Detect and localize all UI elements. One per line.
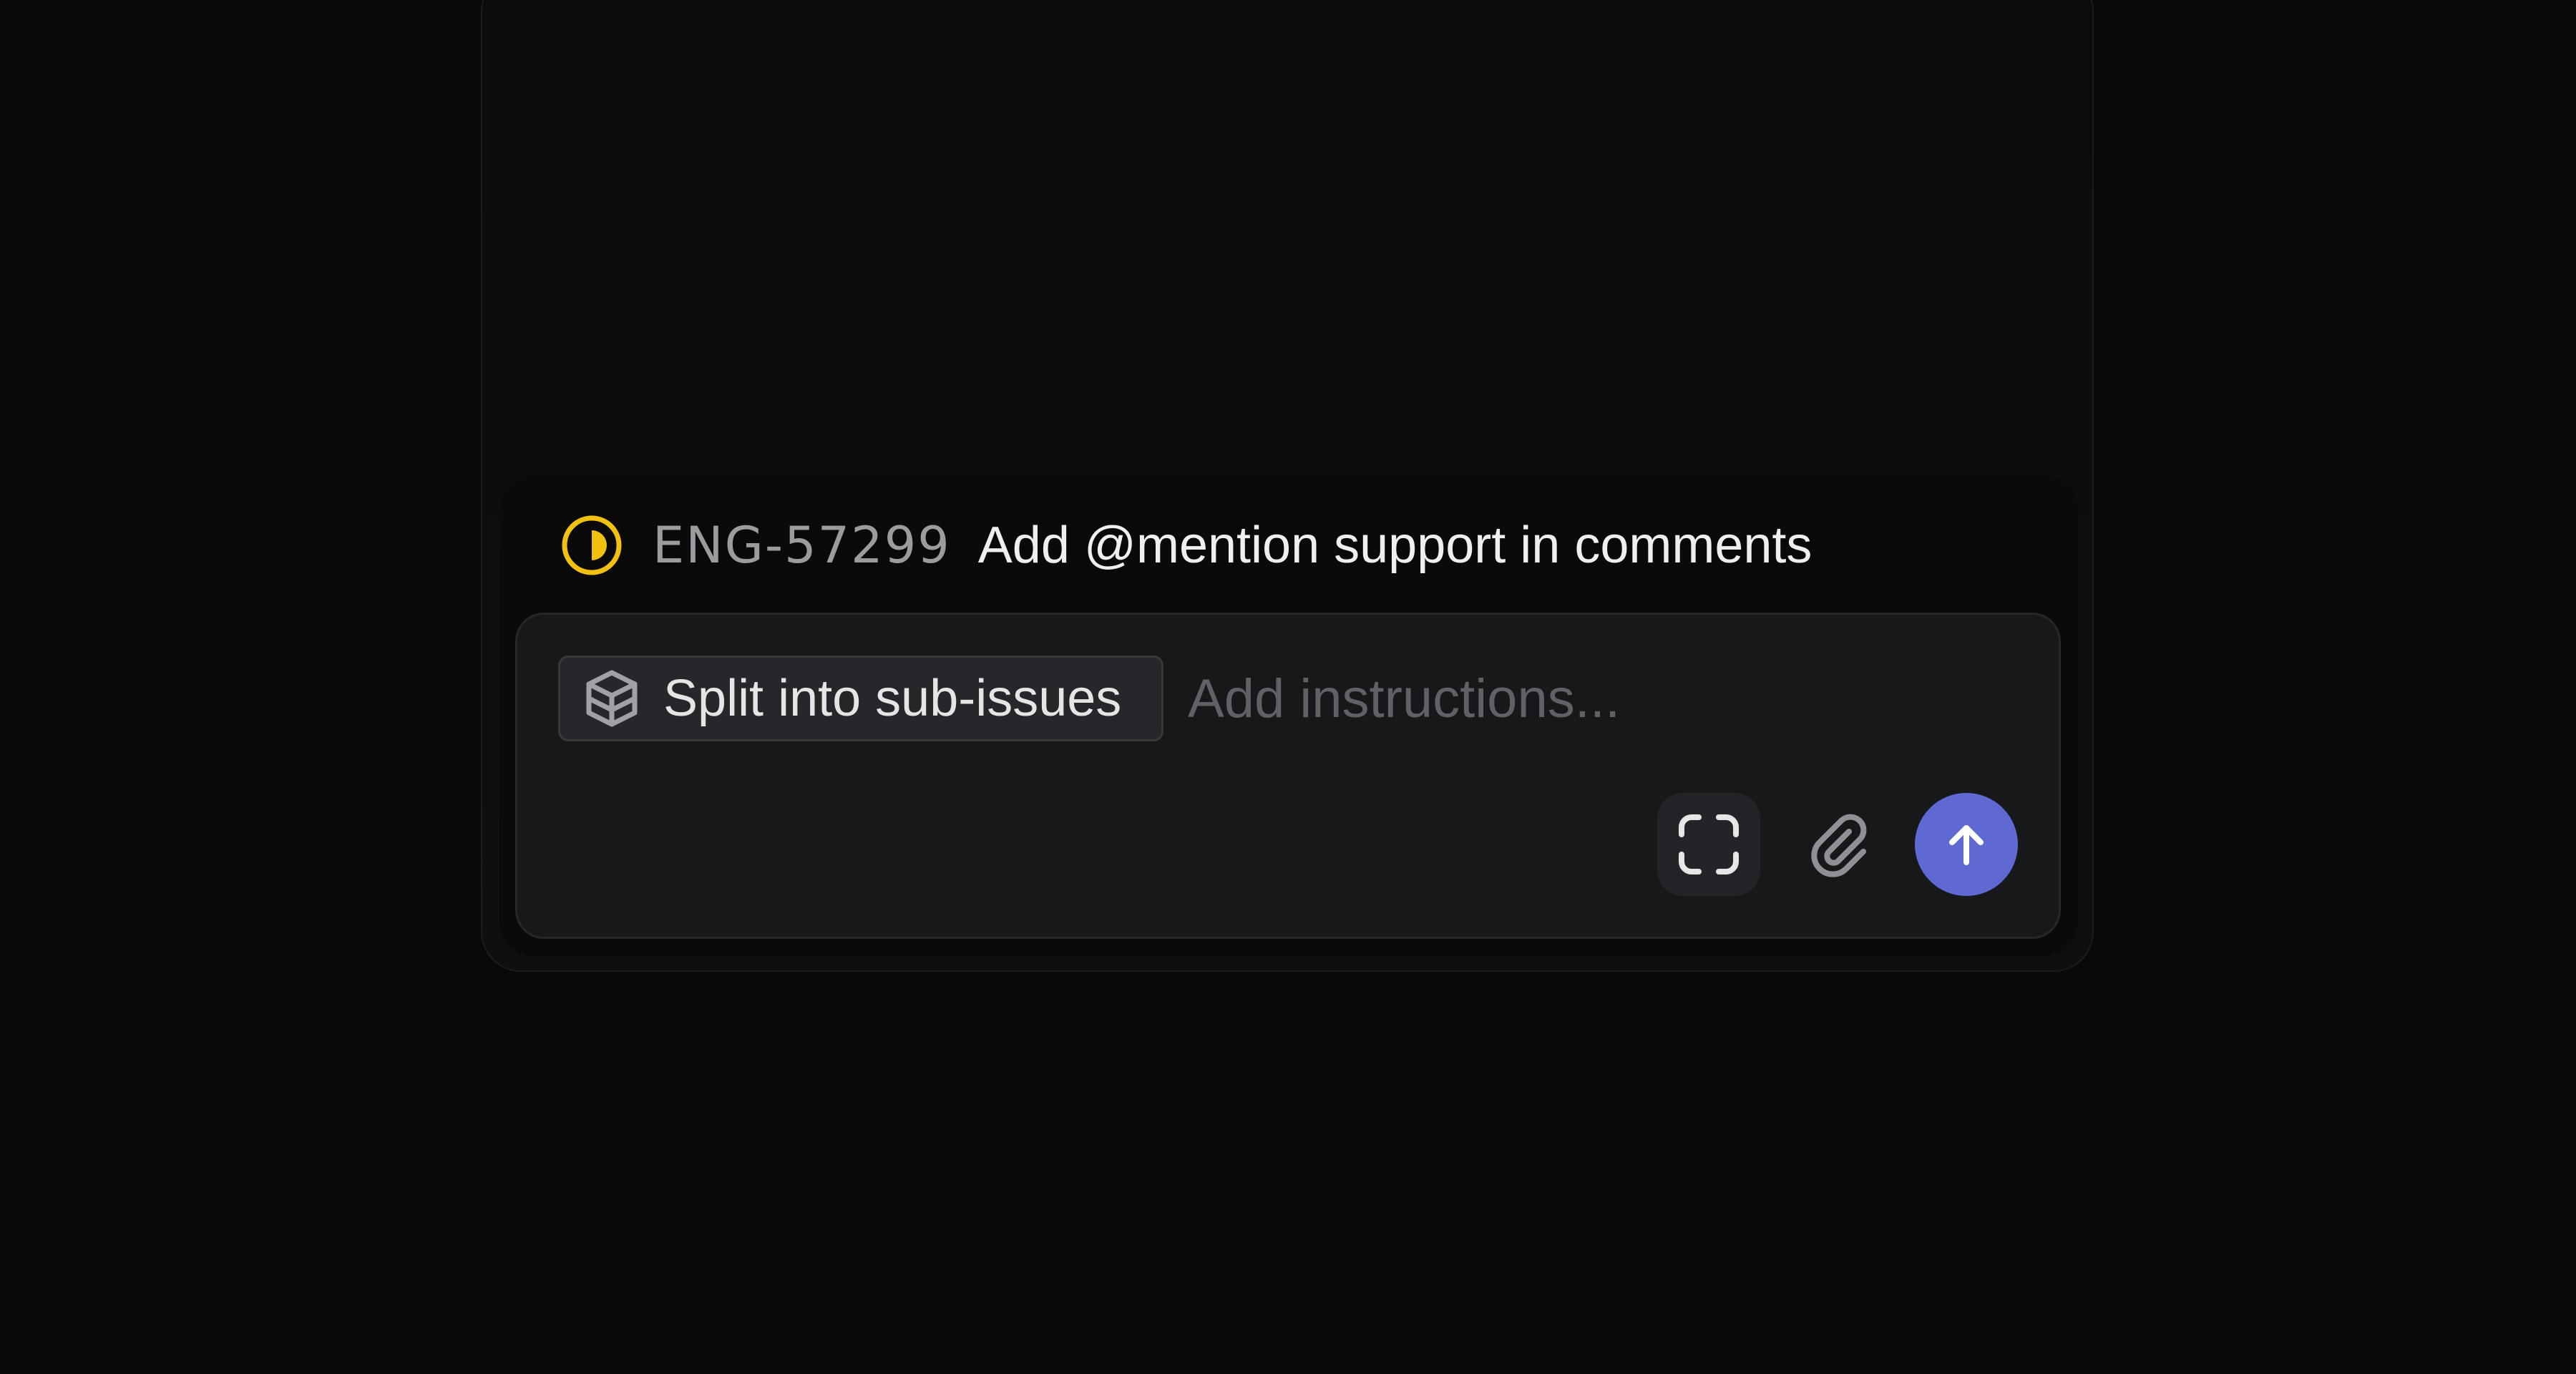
screenshot-frame-icon	[1679, 814, 1739, 874]
instructions-input[interactable]	[1188, 656, 2011, 741]
app-stage: ENG-57299 Add @mention support in commen…	[0, 0, 2576, 1374]
chip-label: Split into sub-issues	[663, 670, 1122, 727]
paperclip-icon	[1811, 814, 1867, 877]
arrow-up-icon	[1949, 825, 1984, 865]
cube-icon	[586, 670, 638, 727]
in-progress-status-icon[interactable]	[561, 515, 623, 576]
screenshot-button[interactable]	[1657, 793, 1760, 896]
attach-button[interactable]	[1789, 793, 1892, 896]
send-button[interactable]	[1915, 793, 2018, 896]
action-chip-split-sub-issues[interactable]: Split into sub-issues	[558, 656, 1163, 741]
issue-header: ENG-57299 Add @mention support in commen…	[561, 512, 1812, 578]
issue-title[interactable]: Add @mention support in comments	[978, 516, 1813, 575]
issue-id[interactable]: ENG-57299	[653, 516, 951, 575]
